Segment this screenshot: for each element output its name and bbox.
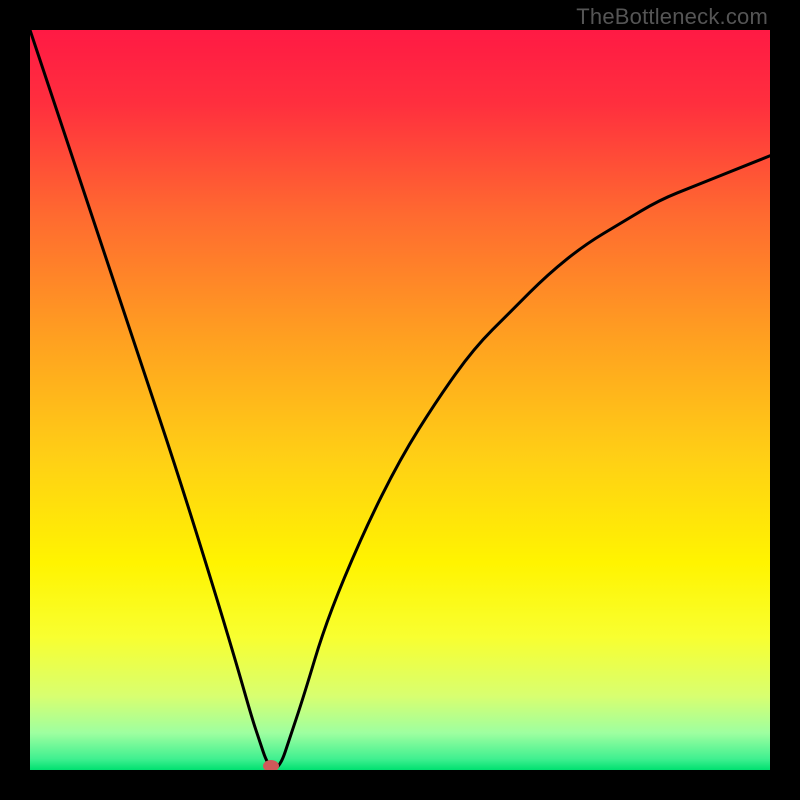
watermark-text: TheBottleneck.com [576,4,768,30]
bottleneck-curve [30,30,770,770]
chart-frame: TheBottleneck.com [0,0,800,800]
plot-area [30,30,770,770]
optimum-marker [263,760,279,770]
